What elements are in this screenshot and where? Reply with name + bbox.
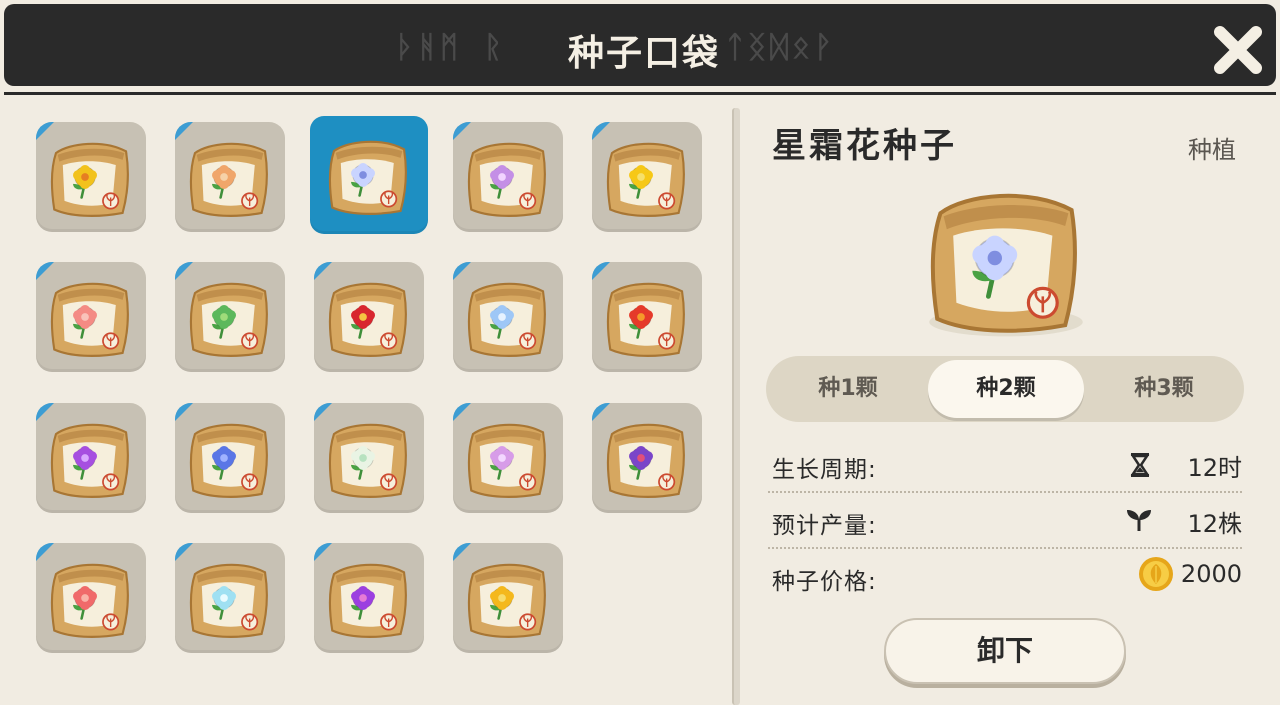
seed-slot[interactable] xyxy=(592,403,702,513)
violet-flower-seed-icon xyxy=(606,423,685,498)
seed-slot[interactable] xyxy=(36,403,146,513)
hourglass-icon xyxy=(1130,452,1150,482)
purple-flower-seed-icon xyxy=(467,142,546,217)
page-title: 种子口袋 xyxy=(567,33,720,74)
growth-label: 生长周期: xyxy=(772,457,877,483)
seed-slot[interactable] xyxy=(314,262,424,372)
unload-button[interactable]: 卸下 xyxy=(884,618,1126,684)
seed-name: 星霜花种子 xyxy=(772,126,957,166)
yellow-bell-seed-icon xyxy=(606,142,685,217)
selected-seed-icon xyxy=(918,178,1094,342)
red-camellia-seed-icon xyxy=(328,282,407,357)
orange-mushroom-seed-icon xyxy=(189,142,268,217)
seed-slot[interactable] xyxy=(314,543,424,653)
yellow-flower-seed-icon xyxy=(50,142,129,217)
price-label: 种子价格: xyxy=(772,569,877,595)
yield-row: 预计产量: 12株 xyxy=(772,500,1244,544)
plant-2-option[interactable]: 种2颗 xyxy=(928,360,1084,418)
seed-slot[interactable] xyxy=(310,116,428,234)
seed-category: 种植 xyxy=(1188,136,1236,164)
lilac-flower-seed-icon xyxy=(467,423,546,498)
seed-slot[interactable] xyxy=(453,122,563,232)
seed-slot[interactable] xyxy=(36,122,146,232)
header-bar: ᚦᚻᛗ ᚱ ᛏᛝᛞᛟᚹ 种子口袋 xyxy=(4,4,1276,86)
seed-slot[interactable] xyxy=(592,262,702,372)
yield-label: 预计产量: xyxy=(772,513,877,539)
price-value: 2000 xyxy=(1180,560,1242,588)
gold-coin-icon xyxy=(1138,556,1174,596)
panel-divider xyxy=(732,108,740,705)
seed-slot[interactable] xyxy=(175,122,285,232)
yield-value: 12株 xyxy=(1187,510,1242,538)
blue-white-flower-seed-icon xyxy=(328,140,407,215)
seed-slot[interactable] xyxy=(175,262,285,372)
golden-tulip-seed-icon xyxy=(467,563,546,638)
plant-1-option[interactable]: 种1颗 xyxy=(770,360,926,418)
seed-slot[interactable] xyxy=(36,262,146,372)
plant-3-option[interactable]: 种3颗 xyxy=(1086,360,1242,418)
stat-separator xyxy=(768,491,1242,493)
cyan-flower-seed-icon xyxy=(189,563,268,638)
seed-slot[interactable] xyxy=(175,543,285,653)
seed-slot[interactable] xyxy=(314,403,424,513)
seed-pouch-screen: ᚦᚻᛗ ᚱ ᛏᛝᛞᛟᚹ 种子口袋 星霜花种子 种植 种1颗 种2颗 种3颗 生长… xyxy=(0,0,1280,705)
pink-rose-seed-icon xyxy=(50,563,129,638)
header-underline xyxy=(4,92,1276,95)
red-rose-seed-icon xyxy=(606,282,685,357)
purple-bulb-seed-icon xyxy=(328,563,407,638)
pink-blossom-seed-icon xyxy=(50,282,129,357)
growth-value: 12时 xyxy=(1187,454,1242,482)
close-icon xyxy=(1214,26,1262,74)
seed-slot[interactable] xyxy=(592,122,702,232)
purple-lily-seed-icon xyxy=(50,423,129,498)
plant-quantity-selector: 种1颗 种2颗 种3颗 xyxy=(766,356,1244,422)
seed-slot[interactable] xyxy=(36,543,146,653)
white-lily-seed-icon xyxy=(328,423,407,498)
growth-row: 生长周期: 12时 xyxy=(772,444,1244,488)
seed-slot[interactable] xyxy=(453,403,563,513)
sprout-icon xyxy=(1126,508,1152,536)
green-bud-seed-icon xyxy=(189,282,268,357)
close-button[interactable] xyxy=(1208,20,1268,80)
price-row: 种子价格: 2000 xyxy=(772,556,1244,600)
seed-slot[interactable] xyxy=(453,262,563,372)
stat-separator xyxy=(768,547,1242,549)
seed-slot[interactable] xyxy=(453,543,563,653)
blue-mushroom-seed-icon xyxy=(189,423,268,498)
blue-lotus-seed-icon xyxy=(467,282,546,357)
seed-slot[interactable] xyxy=(175,403,285,513)
